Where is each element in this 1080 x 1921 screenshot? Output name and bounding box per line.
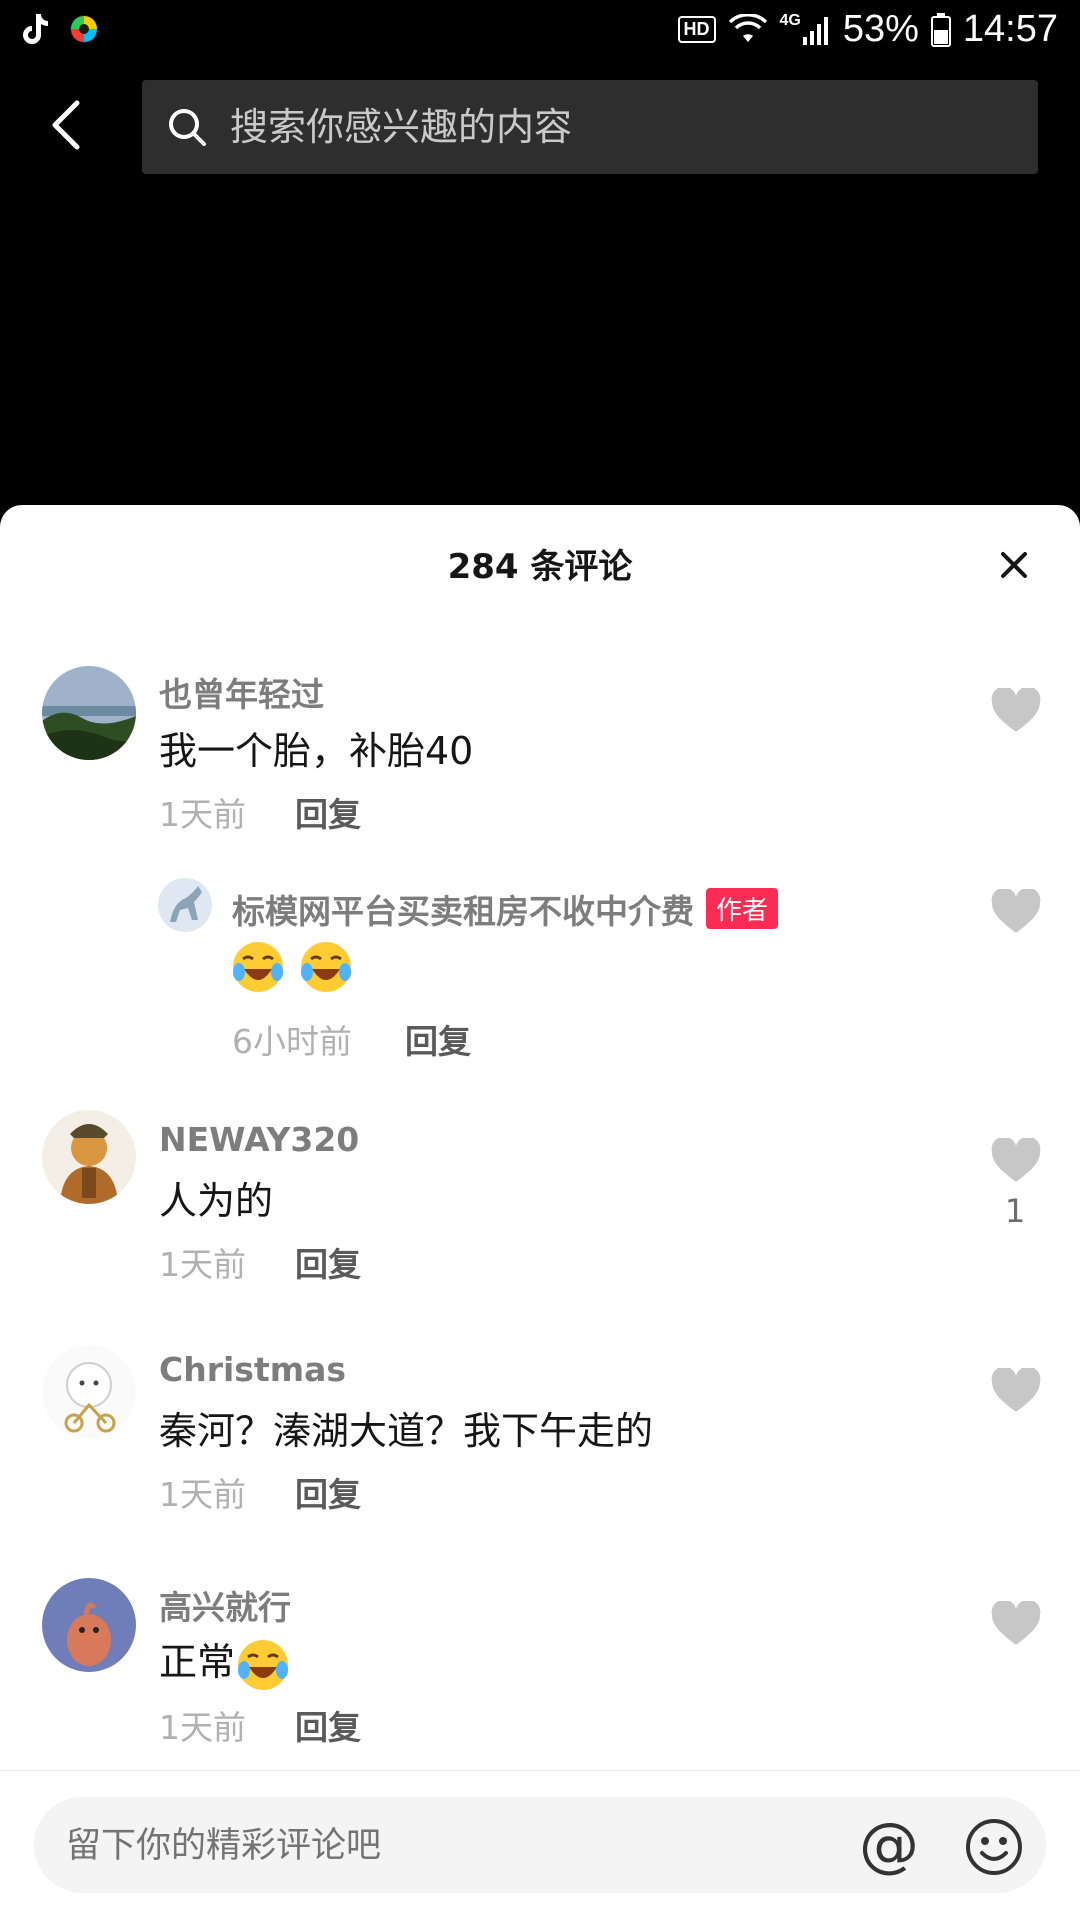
avatar[interactable] [42,1110,136,1204]
mention-at-button[interactable]: @ [858,1815,920,1877]
comments-count-title: 284 条评论 [447,547,633,587]
avatar[interactable] [42,1578,136,1672]
reply-emoji-content [230,939,354,995]
avatar[interactable] [158,878,212,932]
comment-text: 正常 [159,1631,291,1693]
reply-button[interactable]: 回复 [295,788,361,836]
reply-button[interactable]: 回复 [295,1238,361,1286]
comment-time: 1天前 [159,1475,246,1514]
comment-time: 1天前 [159,795,246,834]
reply-time: 6小时前 [232,1022,352,1061]
comment-time: 1天前 [159,1245,246,1284]
comments-sheet: 284 条评论 也曾年轻过 我一个胎，补胎40 1天前 回复 标模网平台买卖租房… [0,505,1080,1920]
laughing-crying-emoji-icon [238,1639,289,1690]
reply-item: 标模网平台买卖租房不收中介费 作者 6小时前 回复 [0,875,1080,1075]
heart-icon[interactable] [990,1368,1042,1414]
search-bar[interactable] [142,80,1038,174]
heart-icon[interactable] [990,889,1042,935]
hd-badge: HD [677,16,716,43]
search-input[interactable] [228,104,992,150]
comment-username[interactable]: NEWAY320 [159,1120,359,1159]
reply-button[interactable]: 回复 [295,1701,361,1749]
wifi-icon [728,13,767,42]
comment-text: 人为的 [159,1179,274,1223]
reply-button[interactable]: 回复 [295,1468,361,1516]
heart-icon[interactable] [990,1601,1042,1647]
back-button[interactable] [42,92,90,158]
comment-text-content: 正常 [159,1640,236,1684]
reply-username-text: 标模网平台买卖租房不收中介费 [232,892,694,931]
close-icon[interactable] [994,545,1034,585]
comment-item: 也曾年轻过 我一个胎，补胎40 1天前 回复 [0,660,1080,860]
emoji-picker-icon[interactable] [964,1817,1024,1877]
comment-time: 1天前 [159,1708,246,1747]
like-count: 1 [1004,1192,1026,1230]
comment-text: 秦河？溱湖大道？我下午走的 [159,1409,654,1453]
comment-composer: @ [0,1770,1080,1921]
comment-item: Christmas 秦河？溱湖大道？我下午走的 1天前 回复 [0,1340,1080,1540]
reply-username[interactable]: 标模网平台买卖租房不收中介费 作者 [232,885,779,933]
comment-input[interactable] [64,1797,848,1895]
comment-item: NEWAY320 人为的 1天前 回复 1 [0,1110,1080,1310]
comment-item: 高兴就行 正常 1天前 回复 [0,1573,1080,1773]
comment-username[interactable]: 也曾年轻过 [159,668,324,716]
comment-text: 我一个胎，补胎40 [159,729,474,773]
comment-input-pill[interactable]: @ [34,1797,1046,1895]
battery-icon [930,12,951,47]
avatar[interactable] [42,1345,136,1439]
author-badge: 作者 [706,888,779,929]
status-bar: HD 4G 53% 14:57 [0,0,1080,66]
reply-button[interactable]: 回复 [405,1015,471,1063]
network-type: 4G [779,11,801,29]
search-icon [169,109,206,146]
avatar[interactable] [42,666,136,760]
laughing-crying-emoji-icon [301,942,352,992]
heart-icon[interactable] [990,688,1042,734]
battery-percent: 53% [842,8,919,50]
comment-username[interactable]: Christmas [159,1350,346,1389]
clock: 14:57 [962,8,1058,50]
tiktok-logo-icon [23,14,48,44]
signal-icon [802,16,828,45]
chevron-left-icon [52,100,80,150]
comment-username[interactable]: 高兴就行 [159,1581,291,1629]
laughing-crying-emoji-icon [233,942,283,992]
heart-icon[interactable] [990,1138,1042,1184]
app-notification-icon [70,15,98,43]
